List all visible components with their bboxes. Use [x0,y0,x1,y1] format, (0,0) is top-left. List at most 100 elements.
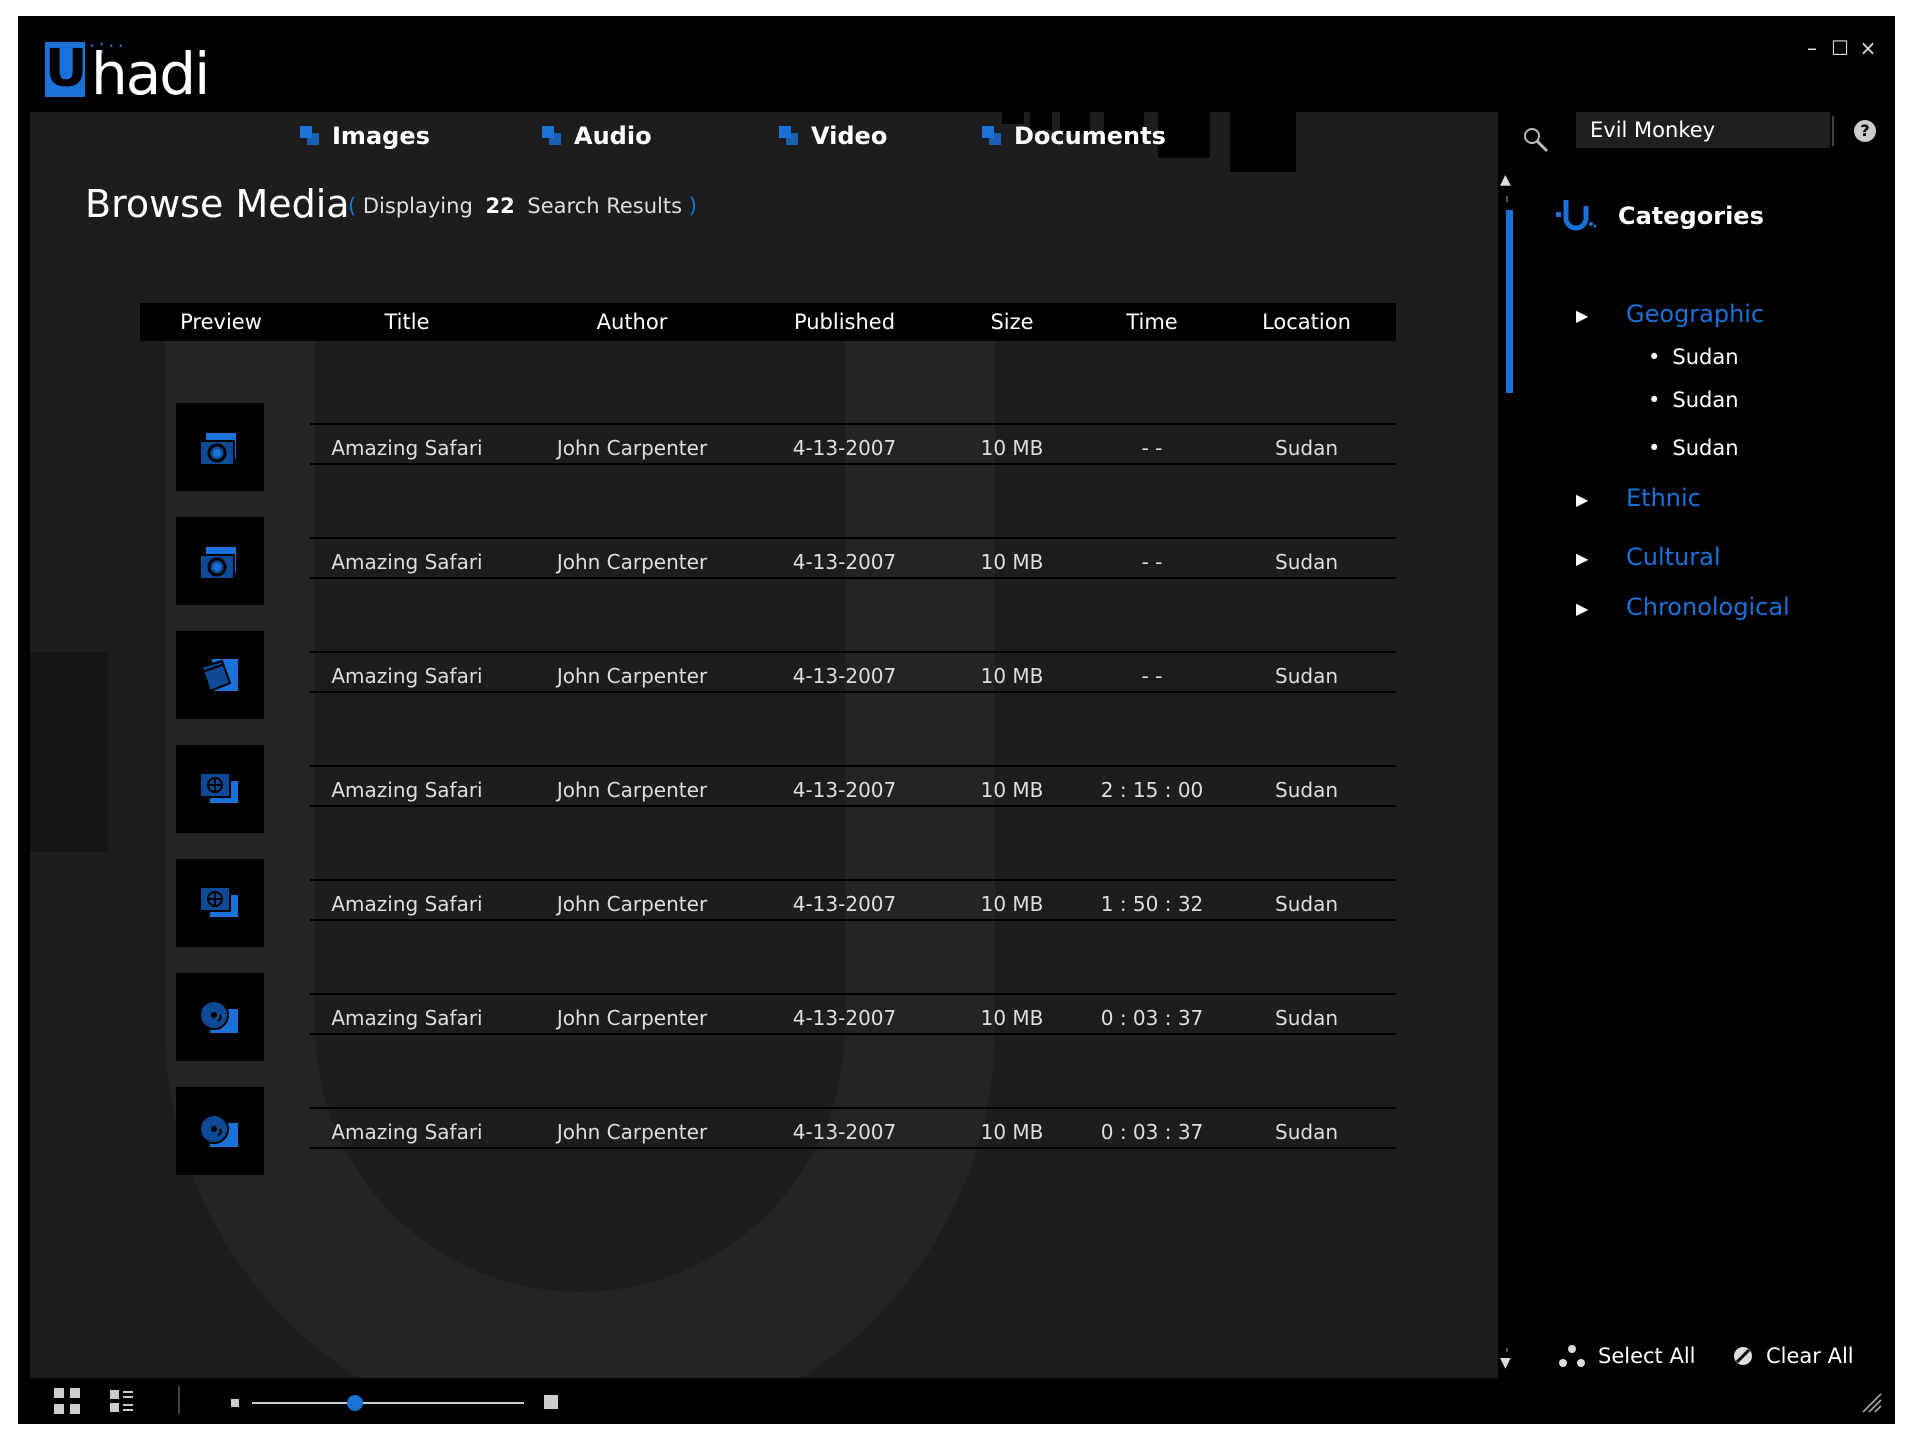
scroll-up-arrow-icon[interactable]: ▲ [1500,172,1511,188]
cell-published: 4-13-2007 [792,436,897,460]
column-header-size[interactable]: Size [937,303,1087,341]
decor-block [30,652,108,852]
table-row[interactable]: Amazing Safari John Carpenter 4-13-2007 10 … [140,745,1396,835]
column-header-author[interactable]: Author [512,303,752,341]
main-panel: Images Audio Video Documents Browse Medi… [30,112,1498,1378]
subcategory-item[interactable]: Sudan [1648,345,1738,369]
tab-audio[interactable]: Audio [542,122,779,150]
table-row[interactable]: Amazing Safari John Carpenter 4-13-2007 10 … [140,517,1396,607]
list-view-icon[interactable] [110,1388,136,1414]
categories-title: Categories [1618,202,1764,230]
cell-size: 10 MB [980,550,1044,574]
category-ethnic[interactable]: ▶ Ethnic [1576,484,1701,512]
cell-published: 4-13-2007 [792,892,897,916]
cell-title: Amazing Safari [331,892,483,916]
clear-all-button[interactable]: Clear All [1732,1344,1854,1368]
result-count-info: ( Displaying 22 Search Results ) [348,194,697,218]
cell-time: 1 : 50 : 32 [1100,892,1204,916]
table-row[interactable]: Amazing Safari John Carpenter 4-13-2007 10 … [140,1087,1396,1177]
maximize-button[interactable]: ☐ [1831,36,1849,60]
cell-published: 4-13-2007 [792,778,897,802]
tab-label: Video [811,122,888,150]
categories-header: Categories [1556,198,1764,234]
tab-video[interactable]: Video [779,122,982,150]
results-label: Search Results [527,194,683,218]
displaying-label: Displaying [362,194,473,218]
zoom-max-icon [544,1395,558,1409]
media-type-tabs: Images Audio Video Documents [300,122,1166,150]
audio-tab-icon [542,126,562,146]
resize-grip-icon[interactable] [1861,1392,1883,1414]
scrollbar-track [1506,196,1508,202]
column-header-preview[interactable]: Preview [140,303,302,341]
help-icon[interactable]: ? [1854,120,1876,142]
minimize-button[interactable]: – [1803,36,1821,60]
cell-author: John Carpenter [556,436,708,460]
category-geographic[interactable]: ▶ Geographic [1576,300,1764,328]
category-chronological[interactable]: ▶ Chronological [1576,593,1790,621]
select-all-label: Select All [1598,1344,1696,1368]
cell-time: - - [1141,550,1163,574]
decor-block [1230,112,1296,172]
cell-author: John Carpenter [556,550,708,574]
sidebar: ? ▲ ▼ Categories ▶Geographic Sudan Sudan… [1498,112,1895,1378]
expand-arrow-icon[interactable]: ▶ [1576,599,1626,618]
tab-documents[interactable]: Documents [982,122,1166,150]
cell-size: 10 MB [980,436,1044,460]
video-tab-icon [779,126,799,146]
cell-time: 2 : 15 : 00 [1100,778,1204,802]
table-row[interactable]: Amazing Safari John Carpenter 4-13-2007 10 … [140,631,1396,721]
category-label: Cultural [1626,543,1721,571]
close-button[interactable]: × [1859,36,1877,60]
select-all-button[interactable]: Select All [1558,1344,1696,1368]
clear-all-icon [1734,1347,1752,1365]
table-header: Preview Title Author Published Size Time… [140,303,1396,341]
zoom-slider[interactable] [252,1395,524,1411]
table-row[interactable]: Amazing Safari John Carpenter 4-13-2007 10 … [140,403,1396,493]
expand-arrow-icon[interactable]: ▶ [1576,549,1626,568]
result-count: 22 [485,194,515,218]
bottom-toolbar [18,1378,1495,1424]
cell-author: John Carpenter [556,778,708,802]
tab-images[interactable]: Images [300,122,542,150]
category-label: Chronological [1626,593,1790,621]
cell-author: John Carpenter [556,892,708,916]
tab-label: Documents [1014,122,1166,150]
divider [1832,116,1834,146]
search-icon[interactable] [1522,126,1550,154]
cell-title: Amazing Safari [331,550,483,574]
category-cultural[interactable]: ▶ Cultural [1576,543,1721,571]
subcategory-item[interactable]: Sudan [1648,388,1738,412]
expand-arrow-icon[interactable]: ▶ [1576,490,1626,509]
cell-size: 10 MB [980,1006,1044,1030]
column-header-published[interactable]: Published [752,303,937,341]
scroll-down-arrow-icon[interactable]: ▼ [1500,1355,1511,1371]
column-header-time[interactable]: Time [1087,303,1217,341]
column-header-title[interactable]: Title [302,303,512,341]
cell-title: Amazing Safari [331,1120,483,1144]
cell-location: Sudan [1275,778,1338,802]
table-row[interactable]: Amazing Safari John Carpenter 4-13-2007 10 … [140,973,1396,1063]
images-tab-icon [300,126,320,146]
cell-time: 0 : 03 : 37 [1100,1006,1204,1030]
cell-published: 4-13-2007 [792,1006,897,1030]
cell-size: 10 MB [980,1120,1044,1144]
cell-size: 10 MB [980,664,1044,688]
tab-label: Audio [574,122,652,150]
grid-view-icon[interactable] [54,1388,80,1414]
category-label: Geographic [1626,300,1765,328]
cell-title: Amazing Safari [331,436,483,460]
subcategory-item[interactable]: Sudan [1648,436,1738,460]
column-header-location[interactable]: Location [1217,303,1396,341]
cell-author: John Carpenter [556,1006,708,1030]
zoom-slider-knob[interactable] [347,1395,364,1411]
cell-location: Sudan [1275,1006,1338,1030]
search-input[interactable] [1576,112,1830,148]
cell-location: Sudan [1275,664,1338,688]
documents-tab-icon [982,126,1002,146]
cell-location: Sudan [1275,1120,1338,1144]
cell-author: John Carpenter [556,1120,708,1144]
table-row[interactable]: Amazing Safari John Carpenter 4-13-2007 10 … [140,859,1396,949]
scrollbar-thumb[interactable] [1506,210,1513,393]
expand-arrow-icon[interactable]: ▶ [1576,306,1626,325]
